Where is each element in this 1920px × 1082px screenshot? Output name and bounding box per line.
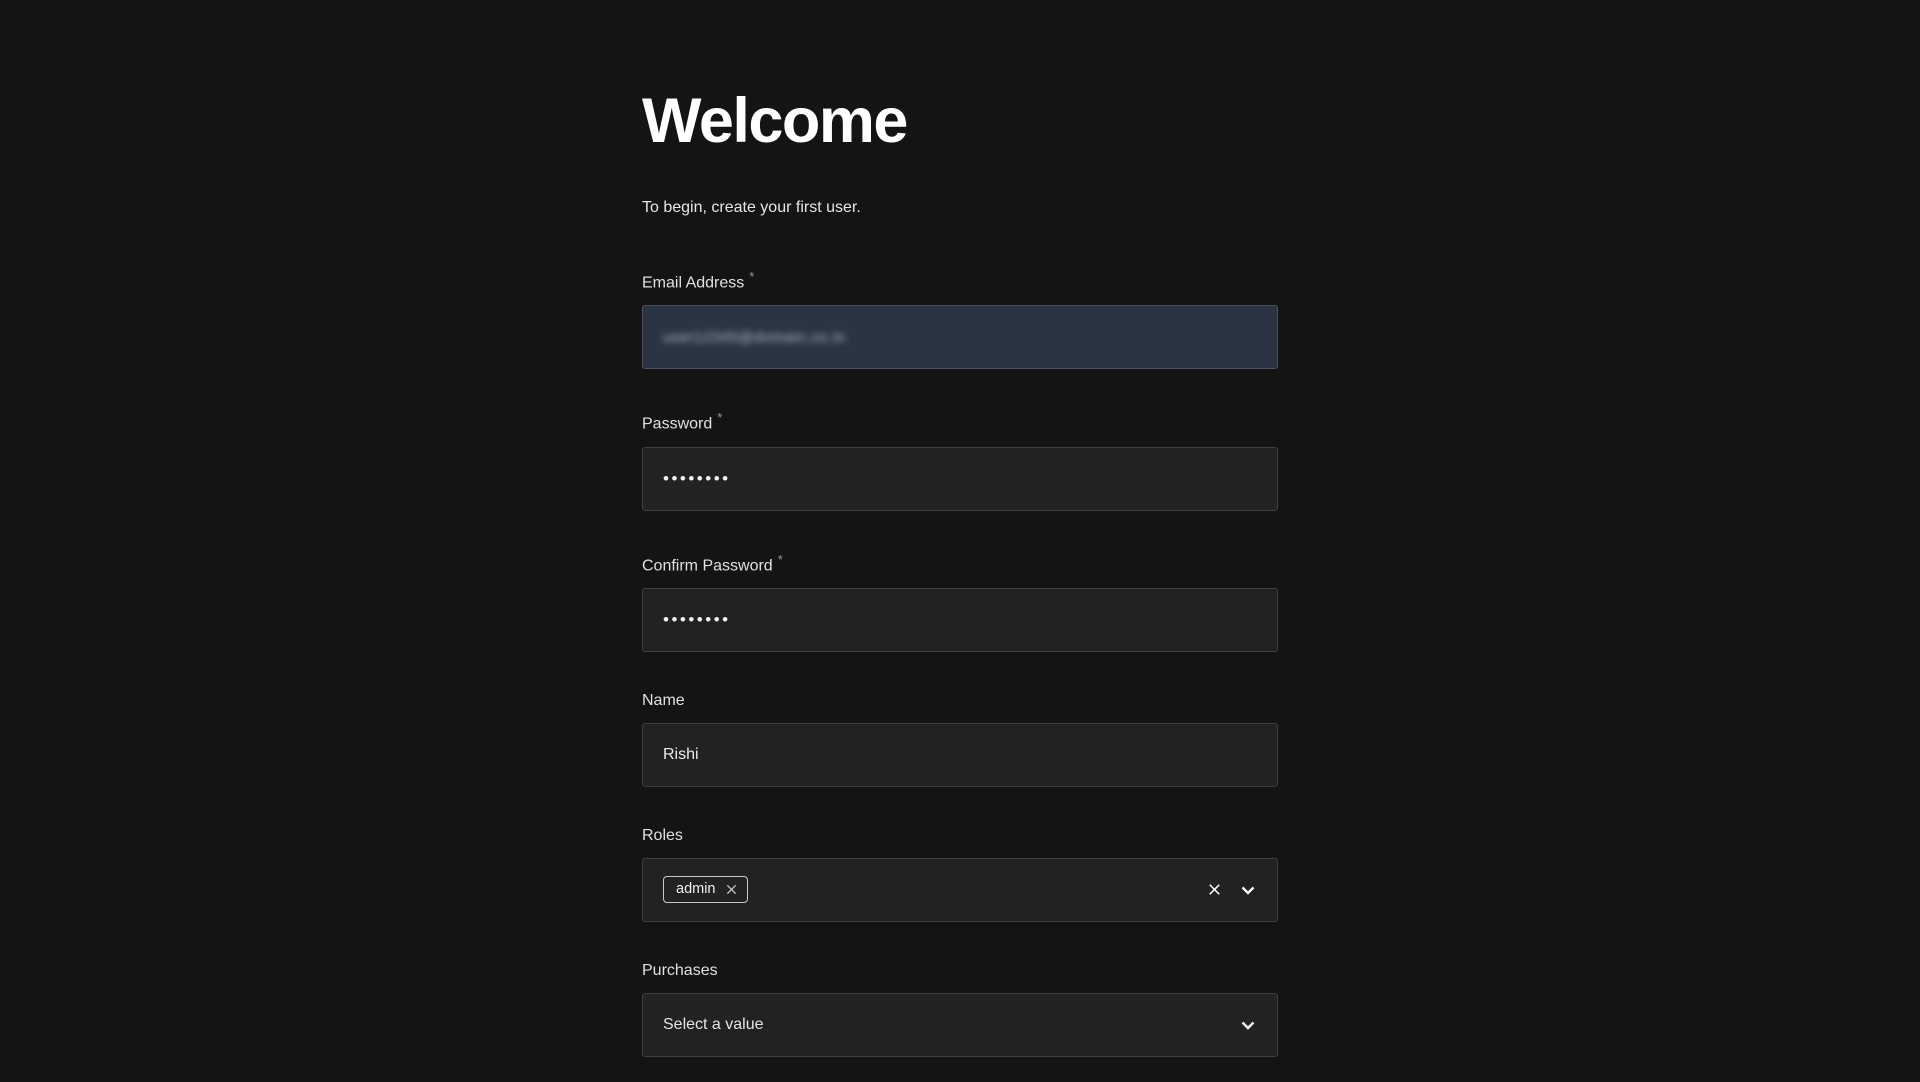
page-title: Welcome (642, 88, 1278, 154)
page-subtitle: To begin, create your first user. (642, 198, 1278, 218)
roles-select-controls (1203, 879, 1259, 901)
purchases-label: Purchases (642, 962, 1278, 980)
purchases-select[interactable]: Select a value (642, 993, 1278, 1057)
password-field-group: Password* •••••••• (642, 409, 1278, 510)
name-field-group: Name Rishi (642, 692, 1278, 787)
chevron-down-icon[interactable] (1237, 879, 1259, 901)
chevron-down-icon[interactable] (1237, 1014, 1259, 1036)
confirm-password-field-group: Confirm Password* •••••••• (642, 551, 1278, 652)
name-value: Rishi (663, 746, 699, 764)
roles-multiselect[interactable]: admin (642, 858, 1278, 922)
role-chip-label: admin (676, 881, 716, 898)
name-input[interactable]: Rishi (642, 723, 1278, 787)
roles-field-group: Roles admin (642, 827, 1278, 922)
required-asterisk: * (717, 410, 722, 425)
roles-label: Roles (642, 827, 1278, 845)
email-input[interactable]: user12345@domain.co.in (642, 305, 1278, 369)
confirm-password-label: Confirm Password* (642, 551, 1278, 575)
chip-remove-icon[interactable] (725, 883, 738, 896)
roles-selected-values: admin (663, 876, 748, 903)
purchases-placeholder: Select a value (663, 1016, 764, 1034)
email-field-group: Email Address* user12345@domain.co.in (642, 268, 1278, 369)
name-label: Name (642, 692, 1278, 710)
email-value-redacted: user12345@domain.co.in (663, 329, 845, 346)
password-input[interactable]: •••••••• (642, 447, 1278, 511)
confirm-password-input[interactable]: •••••••• (642, 588, 1278, 652)
confirm-password-masked-value: •••••••• (663, 610, 731, 630)
clear-icon[interactable] (1203, 879, 1225, 901)
password-label: Password* (642, 409, 1278, 433)
purchases-field-group: Purchases Select a value (642, 962, 1278, 1057)
email-label: Email Address* (642, 268, 1278, 292)
required-asterisk: * (778, 552, 783, 567)
role-chip-admin[interactable]: admin (663, 876, 748, 903)
purchases-select-controls (1237, 1014, 1259, 1036)
create-first-user-form: Welcome To begin, create your first user… (642, 0, 1278, 1082)
password-masked-value: •••••••• (663, 469, 731, 489)
required-asterisk: * (749, 269, 754, 284)
